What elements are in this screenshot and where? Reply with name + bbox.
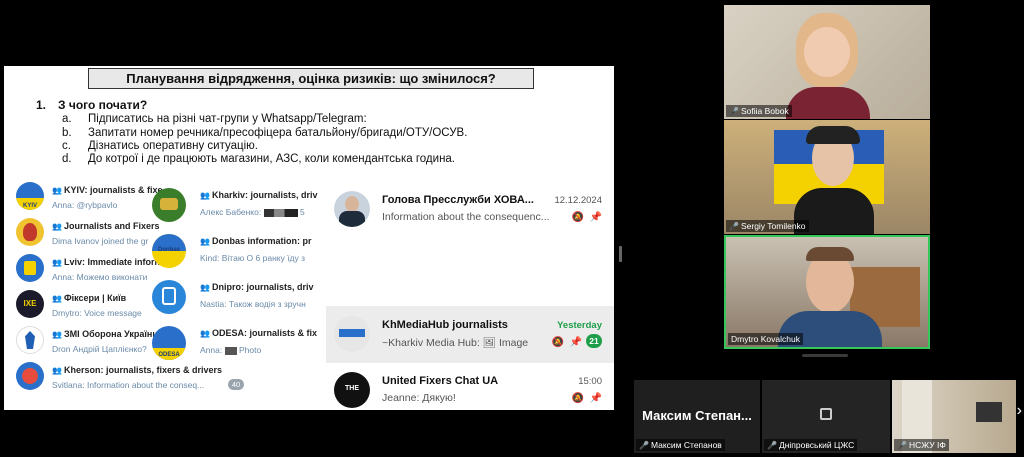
list-item: 👥 Journalists and Fixers Dima Ivanov join… xyxy=(16,216,160,250)
group-icon: 👥 xyxy=(200,237,210,246)
slide-item-a: a. Підписатись на різні чат-групи у Whats… xyxy=(62,113,367,125)
video-call-window: Планування відрядження, оцінка ризиків: … xyxy=(0,0,1024,457)
avatar xyxy=(152,280,186,314)
wa-chat-row-selected[interactable]: KhMediaHub journalists ~Kharkiv Media Hu… xyxy=(326,306,614,362)
avatar xyxy=(16,326,44,354)
group-icon: 👥 xyxy=(200,283,210,292)
avatar xyxy=(334,316,370,352)
mute-icon: 🔕 xyxy=(571,393,584,404)
participant-name: Dmytro Kovalchuk xyxy=(728,333,803,345)
group-icon: 👥 xyxy=(200,191,210,200)
participant-tile-2[interactable]: 🎤 Sergiy Tomilenko xyxy=(724,120,930,234)
telegram-list-1: KYIV 👥 KYIV: journalists & fixe Anna: @ry… xyxy=(16,180,244,410)
mic-muted-icon: 🎤 xyxy=(729,107,739,116)
slide-item-c: c. Дізнатись оперативну ситуацію. xyxy=(62,140,258,152)
pin-icon: 📌 xyxy=(589,393,602,404)
chevron-right-icon[interactable]: › xyxy=(1017,402,1022,420)
participant-tile-nszhu[interactable]: 🎤 НСЖУ ІФ xyxy=(892,380,1016,453)
list-item: Donbas 👥 Donbas information: pr Kind: Віт… xyxy=(152,232,322,268)
participant-name: 🎤 Дніпровський ЦЖС xyxy=(764,439,858,451)
avatar: THE xyxy=(334,372,370,408)
pin-icon: 📌 xyxy=(589,212,602,223)
list-item: ODESA 👥 ODESA: journalists & fix Anna: Ph… xyxy=(152,324,322,360)
image-icon: 🖼 xyxy=(482,337,497,349)
avatar: ODESA xyxy=(152,326,186,360)
mic-muted-icon: 🎤 xyxy=(767,441,777,450)
slide-item-d: d. До котрої і де працюють магазини, АЗС,… xyxy=(62,153,456,165)
group-icon: 👥 xyxy=(52,366,62,375)
avatar xyxy=(16,362,44,390)
slide-title: Планування відрядження, оцінка ризиків: … xyxy=(88,68,534,89)
slide-item-b: b. Запитати номер речника/пресофіцера бат… xyxy=(62,127,468,139)
splitter-handle[interactable] xyxy=(619,246,622,262)
wa-chat-row[interactable]: THE United Fixers Chat UA Jeanne: Дякую!… xyxy=(326,362,614,410)
wa-chat-row[interactable]: Голова Пресслужби ХОВА... Information ab… xyxy=(326,181,614,237)
group-icon: 👥 xyxy=(52,294,62,303)
mute-icon: 🔕 xyxy=(551,337,564,348)
slide-question: 1. З чого почати? xyxy=(36,98,148,112)
avatar: IXE xyxy=(16,290,44,318)
camera-off-icon xyxy=(820,408,832,420)
list-item: 👥 Dnipro: journalists, driv Nastia: Також… xyxy=(152,278,322,314)
group-icon: 👥 xyxy=(52,186,62,195)
telegram-list-2: 👥 Kharkiv: journalists, driv Алекс Бабенк… xyxy=(152,186,322,366)
photo-icon xyxy=(224,346,237,355)
group-icon: 👥 xyxy=(200,329,210,338)
gallery-divider[interactable] xyxy=(802,354,848,357)
participant-tile-3-active[interactable]: Dmytro Kovalchuk xyxy=(724,235,930,349)
mute-icon: 🔕 xyxy=(571,212,584,223)
mic-muted-icon: 🎤 xyxy=(729,222,739,231)
list-item: 👥 Lviv: Immediate inforn Anna: Можемо вик… xyxy=(16,252,160,286)
list-item: KYIV 👥 KYIV: journalists & fixe Anna: @ry… xyxy=(16,180,163,214)
participant-name: 🎤 Максим Степанов xyxy=(636,439,725,451)
unread-badge: 21 xyxy=(586,334,602,348)
participant-name: 🎤 Sergiy Tomilenko xyxy=(726,220,809,232)
avatar xyxy=(334,191,370,227)
group-icon: 👥 xyxy=(52,222,62,231)
unread-badge: 40 xyxy=(228,379,244,390)
avatar xyxy=(16,218,44,246)
shared-slide: Планування відрядження, оцінка ризиків: … xyxy=(4,66,614,410)
participant-tile-dnipro[interactable]: 🎤 Дніпровський ЦЖС xyxy=(762,380,890,453)
list-item: IXE 👥 Фіксери | Київ Dmytro: Voice messag… xyxy=(16,288,156,322)
avatar: Donbas xyxy=(152,234,186,268)
participant-name: 🎤 НСЖУ ІФ xyxy=(894,439,949,451)
group-icon: 👥 xyxy=(52,330,62,339)
avatar: KYIV xyxy=(16,182,44,210)
participant-name: 🎤 Sofiia Bobok xyxy=(726,105,792,117)
list-item: 👥 ЗМІ Оборона України Dron Андрій Цаплієн… xyxy=(16,324,158,358)
avatar xyxy=(16,254,44,282)
whatsapp-chat-list: Голова Пресслужби ХОВА... Information ab… xyxy=(326,181,614,410)
pin-icon: 📌 xyxy=(569,337,582,348)
mic-muted-icon: 🎤 xyxy=(639,441,649,450)
avatar xyxy=(152,188,186,222)
group-icon: 👥 xyxy=(52,258,62,267)
mic-muted-icon: 🎤 xyxy=(897,441,907,450)
participant-tile-1[interactable]: 🎤 Sofiia Bobok xyxy=(724,5,930,119)
participant-tile-maksym[interactable]: Максим Степан... 🎤 Максим Степанов xyxy=(634,380,760,453)
list-item: 👥 Kharkiv: journalists, driv Алекс Бабенк… xyxy=(152,186,322,222)
